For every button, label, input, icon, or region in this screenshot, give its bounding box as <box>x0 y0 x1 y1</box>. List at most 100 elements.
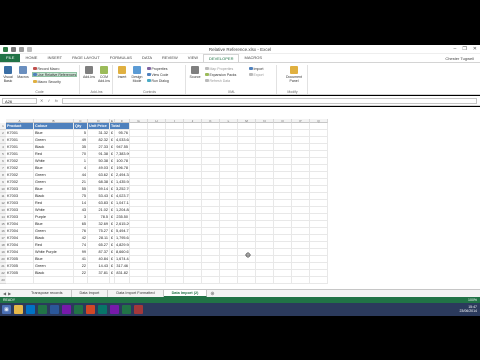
tab-view[interactable]: VIEW <box>183 54 203 62</box>
macros-button[interactable]: Macros <box>16 66 30 79</box>
grid-cell[interactable] <box>220 151 238 158</box>
grid-cell[interactable] <box>274 151 292 158</box>
table-cell[interactable]: K7003 <box>6 214 34 221</box>
table-cell[interactable]: 2,494.32 <box>115 172 130 179</box>
grid-cell[interactable] <box>256 200 274 207</box>
grid-cell[interactable] <box>238 123 256 130</box>
grid-cell[interactable] <box>202 200 220 207</box>
table-cell[interactable]: 40.84 <box>88 256 110 263</box>
grid-cell[interactable] <box>238 151 256 158</box>
grid-cell[interactable] <box>274 207 292 214</box>
grid-cell[interactable] <box>166 242 184 249</box>
table-cell[interactable]: 75 <box>74 193 88 200</box>
grid-cell[interactable] <box>292 228 310 235</box>
grid-cell[interactable] <box>220 179 238 186</box>
grid-cell[interactable] <box>6 277 34 284</box>
grid-cell[interactable] <box>148 214 166 221</box>
table-cell[interactable]: 70 <box>74 151 88 158</box>
grid-cell[interactable] <box>220 242 238 249</box>
grid-cell[interactable] <box>130 144 148 151</box>
grid-cell[interactable] <box>130 221 148 228</box>
grid-cell[interactable] <box>292 158 310 165</box>
sheet-tab-transpose-records[interactable]: Transpose records <box>23 290 72 297</box>
grid-cell[interactable] <box>256 137 274 144</box>
map-properties-button[interactable]: Map Properties <box>205 66 233 71</box>
grid-cell[interactable] <box>310 256 328 263</box>
table-cell[interactable]: 4,033.68 <box>115 137 130 144</box>
grid-cell[interactable] <box>166 256 184 263</box>
grid-cell[interactable] <box>184 207 202 214</box>
table-cell[interactable]: Green <box>34 228 74 235</box>
grid-cell[interactable] <box>220 207 238 214</box>
grid-cell[interactable] <box>220 200 238 207</box>
grid-cell[interactable] <box>184 277 202 284</box>
grid-cell[interactable] <box>220 172 238 179</box>
grid-cell[interactable] <box>184 214 202 221</box>
grid-cell[interactable] <box>166 270 184 277</box>
excel-taskbar-icon[interactable] <box>38 305 47 314</box>
table-cell[interactable]: 8,660.67 <box>115 249 130 256</box>
grid-cell[interactable] <box>292 123 310 130</box>
grid-cell[interactable] <box>274 123 292 130</box>
grid-cell[interactable] <box>238 144 256 151</box>
table-cell[interactable]: 42 <box>74 235 88 242</box>
grid-cell[interactable] <box>220 130 238 137</box>
grid-cell[interactable] <box>184 249 202 256</box>
grid-cell[interactable] <box>292 270 310 277</box>
word-icon[interactable] <box>50 305 59 314</box>
table-cell[interactable]: 21.02 <box>88 207 110 214</box>
access-icon[interactable] <box>134 305 143 314</box>
grid-cell[interactable] <box>310 123 328 130</box>
grid-cell[interactable] <box>184 130 202 137</box>
grid-cell[interactable] <box>256 151 274 158</box>
grid-cell[interactable] <box>310 277 328 284</box>
grid-cell[interactable] <box>202 193 220 200</box>
table-cell[interactable]: 49.03 <box>88 165 110 172</box>
table-cell[interactable]: K7002 <box>6 158 34 165</box>
powerpoint-icon[interactable] <box>86 305 95 314</box>
table-cell[interactable]: 100.78 <box>115 158 130 165</box>
grid-cell[interactable] <box>166 263 184 270</box>
table-cell[interactable]: 3 <box>74 214 88 221</box>
grid-cell[interactable] <box>292 144 310 151</box>
import-button[interactable]: Import <box>249 66 263 71</box>
tab-page-layout[interactable]: PAGE LAYOUT <box>67 54 105 62</box>
grid-cell[interactable] <box>274 144 292 151</box>
table-cell[interactable]: 35 <box>74 144 88 151</box>
publisher-icon[interactable] <box>98 305 107 314</box>
grid-cell[interactable] <box>274 179 292 186</box>
grid-cell[interactable] <box>274 221 292 228</box>
table-cell[interactable]: 41 <box>74 256 88 263</box>
grid-cell[interactable] <box>202 277 220 284</box>
table-cell[interactable]: 75.27 <box>88 228 110 235</box>
grid-cell[interactable] <box>130 242 148 249</box>
table-cell[interactable]: 31.32 <box>88 130 110 137</box>
table-cell[interactable]: K7001 <box>6 137 34 144</box>
grid-cell[interactable] <box>220 263 238 270</box>
grid-cell[interactable] <box>310 165 328 172</box>
grid-cell[interactable] <box>166 214 184 221</box>
grid-cell[interactable] <box>310 186 328 193</box>
grid-cell[interactable] <box>256 249 274 256</box>
grid-cell[interactable] <box>148 165 166 172</box>
grid-cell[interactable] <box>148 200 166 207</box>
grid-cell[interactable] <box>202 214 220 221</box>
grid-cell[interactable] <box>274 130 292 137</box>
table-cell[interactable]: K7002 <box>6 165 34 172</box>
grid-cell[interactable] <box>130 186 148 193</box>
table-cell[interactable]: 95.76 <box>115 130 130 137</box>
table-cell[interactable]: 1,435.98 <box>115 179 130 186</box>
grid-cell[interactable] <box>166 130 184 137</box>
table-cell[interactable]: Blue <box>34 165 74 172</box>
grid-cell[interactable] <box>274 256 292 263</box>
table-header-cell[interactable]: Colour <box>34 123 74 130</box>
grid-cell[interactable] <box>220 144 238 151</box>
grid-cell[interactable] <box>148 144 166 151</box>
grid-cell[interactable] <box>292 207 310 214</box>
grid-cell[interactable] <box>148 256 166 263</box>
table-cell[interactable]: 21 <box>74 179 88 186</box>
start-icon[interactable]: ⊞ <box>2 305 11 314</box>
grid-cell[interactable] <box>238 242 256 249</box>
table-cell[interactable]: Green <box>34 263 74 270</box>
grid-cell[interactable] <box>238 193 256 200</box>
